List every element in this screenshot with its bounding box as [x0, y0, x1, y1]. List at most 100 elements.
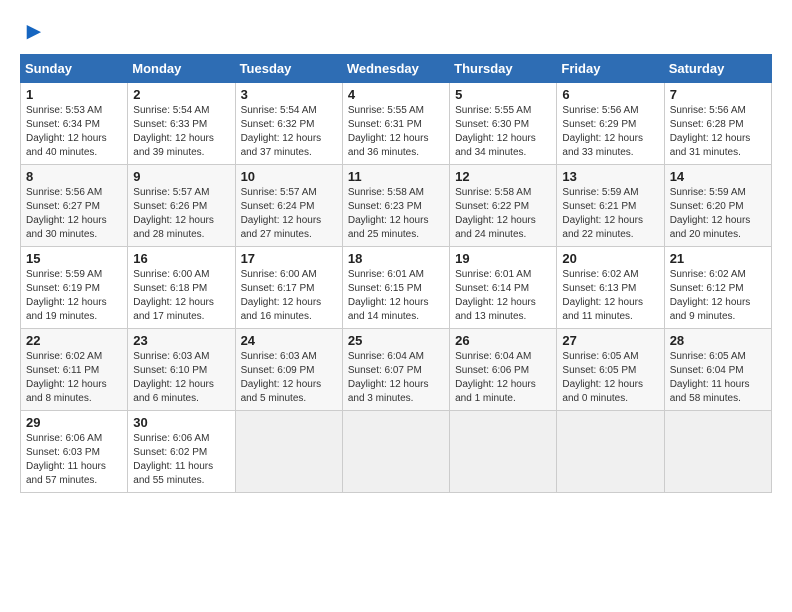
- calendar-table: SundayMondayTuesdayWednesdayThursdayFrid…: [20, 54, 772, 493]
- day-number: 17: [241, 251, 337, 266]
- day-number: 30: [133, 415, 229, 430]
- day-info: Sunrise: 6:00 AM Sunset: 6:18 PM Dayligh…: [133, 268, 229, 324]
- calendar-cell: 8Sunrise: 5:56 AM Sunset: 6:27 PM Daylig…: [21, 165, 128, 247]
- calendar-cell: 9 Sunrise: 5:57 AM Sunset: 6:26 PM Daylig…: [128, 165, 235, 247]
- weekday-header-wednesday: Wednesday: [342, 55, 449, 83]
- day-number: 14: [670, 169, 766, 184]
- day-number: 1: [26, 87, 122, 102]
- day-info: Sunrise: 6:06 AM Sunset: 6:02 PM Dayligh…: [133, 432, 229, 488]
- day-number: 21: [670, 251, 766, 266]
- weekday-header-monday: Monday: [128, 55, 235, 83]
- day-number: 29: [26, 415, 122, 430]
- calendar-cell: 20 Sunrise: 6:02 AM Sunset: 6:13 PM Dayli…: [557, 247, 664, 329]
- day-info: Sunrise: 5:56 AM Sunset: 6:28 PM Dayligh…: [670, 104, 766, 160]
- calendar-cell: 24Sunrise: 6:03 AM Sunset: 6:09 PM Dayli…: [235, 329, 342, 411]
- calendar-cell: 2 Sunrise: 5:54 AM Sunset: 6:33 PM Daylig…: [128, 83, 235, 165]
- day-info: Sunrise: 6:01 AM Sunset: 6:14 PM Dayligh…: [455, 268, 551, 324]
- calendar-cell: 28 Sunrise: 6:05 AM Sunset: 6:04 PM Dayli…: [664, 329, 771, 411]
- calendar-cell: 30 Sunrise: 6:06 AM Sunset: 6:02 PM Dayli…: [128, 411, 235, 493]
- calendar-week-2: 15 Sunrise: 5:59 AM Sunset: 6:19 PM Dayli…: [21, 247, 772, 329]
- calendar-cell: 26Sunrise: 6:04 AM Sunset: 6:06 PM Dayli…: [450, 329, 557, 411]
- calendar-cell: [450, 411, 557, 493]
- day-info: Sunrise: 5:59 AM Sunset: 6:20 PM Dayligh…: [670, 186, 766, 242]
- weekday-header-sunday: Sunday: [21, 55, 128, 83]
- calendar-cell: 29 Sunrise: 6:06 AM Sunset: 6:03 PM Dayli…: [21, 411, 128, 493]
- day-info: Sunrise: 5:58 AM Sunset: 6:23 PM Dayligh…: [348, 186, 444, 242]
- day-number: 15: [26, 251, 122, 266]
- day-info: Sunrise: 6:05 AM Sunset: 6:04 PM Dayligh…: [670, 350, 766, 406]
- calendar-cell: 25 Sunrise: 6:04 AM Sunset: 6:07 PM Dayli…: [342, 329, 449, 411]
- calendar-cell: 12 Sunrise: 5:58 AM Sunset: 6:22 PM Dayli…: [450, 165, 557, 247]
- day-number: 23: [133, 333, 229, 348]
- day-number: 13: [562, 169, 658, 184]
- day-number: 2: [133, 87, 229, 102]
- day-info: Sunrise: 6:02 AM Sunset: 6:11 PM Dayligh…: [26, 350, 122, 406]
- day-number: 26: [455, 333, 551, 348]
- calendar-week-3: 22 Sunrise: 6:02 AM Sunset: 6:11 PM Dayli…: [21, 329, 772, 411]
- day-number: 7: [670, 87, 766, 102]
- logo: ►: [20, 20, 46, 44]
- day-info: Sunrise: 5:57 AM Sunset: 6:26 PM Dayligh…: [133, 186, 229, 242]
- day-number: 10: [241, 169, 337, 184]
- calendar-cell: 5Sunrise: 5:55 AM Sunset: 6:30 PM Daylig…: [450, 83, 557, 165]
- calendar-cell: [235, 411, 342, 493]
- day-number: 24: [241, 333, 337, 348]
- weekday-header-tuesday: Tuesday: [235, 55, 342, 83]
- day-info: Sunrise: 6:04 AM Sunset: 6:07 PM Dayligh…: [348, 350, 444, 406]
- calendar-week-1: 8Sunrise: 5:56 AM Sunset: 6:27 PM Daylig…: [21, 165, 772, 247]
- day-info: Sunrise: 5:59 AM Sunset: 6:19 PM Dayligh…: [26, 268, 122, 324]
- calendar-body: 1 Sunrise: 5:53 AM Sunset: 6:34 PM Daylig…: [21, 83, 772, 493]
- day-info: Sunrise: 5:56 AM Sunset: 6:29 PM Dayligh…: [562, 104, 658, 160]
- calendar-cell: 22 Sunrise: 6:02 AM Sunset: 6:11 PM Dayli…: [21, 329, 128, 411]
- calendar-cell: [342, 411, 449, 493]
- day-number: 18: [348, 251, 444, 266]
- day-number: 20: [562, 251, 658, 266]
- day-info: Sunrise: 5:55 AM Sunset: 6:30 PM Dayligh…: [455, 104, 551, 160]
- day-info: Sunrise: 5:54 AM Sunset: 6:32 PM Dayligh…: [241, 104, 337, 160]
- calendar-cell: 4 Sunrise: 5:55 AM Sunset: 6:31 PM Daylig…: [342, 83, 449, 165]
- day-number: 25: [348, 333, 444, 348]
- logo-bird-icon: ►: [22, 20, 46, 44]
- calendar-cell: 15 Sunrise: 5:59 AM Sunset: 6:19 PM Dayli…: [21, 247, 128, 329]
- day-number: 6: [562, 87, 658, 102]
- calendar-cell: 10 Sunrise: 5:57 AM Sunset: 6:24 PM Dayli…: [235, 165, 342, 247]
- calendar-cell: 19Sunrise: 6:01 AM Sunset: 6:14 PM Dayli…: [450, 247, 557, 329]
- day-info: Sunrise: 5:55 AM Sunset: 6:31 PM Dayligh…: [348, 104, 444, 160]
- day-info: Sunrise: 6:05 AM Sunset: 6:05 PM Dayligh…: [562, 350, 658, 406]
- day-info: Sunrise: 5:53 AM Sunset: 6:34 PM Dayligh…: [26, 104, 122, 160]
- calendar-cell: 17 Sunrise: 6:00 AM Sunset: 6:17 PM Dayli…: [235, 247, 342, 329]
- calendar-header: SundayMondayTuesdayWednesdayThursdayFrid…: [21, 55, 772, 83]
- weekday-header-saturday: Saturday: [664, 55, 771, 83]
- day-number: 28: [670, 333, 766, 348]
- day-info: Sunrise: 6:00 AM Sunset: 6:17 PM Dayligh…: [241, 268, 337, 324]
- calendar-week-4: 29 Sunrise: 6:06 AM Sunset: 6:03 PM Dayli…: [21, 411, 772, 493]
- day-info: Sunrise: 6:06 AM Sunset: 6:03 PM Dayligh…: [26, 432, 122, 488]
- calendar-cell: 16 Sunrise: 6:00 AM Sunset: 6:18 PM Dayli…: [128, 247, 235, 329]
- day-number: 16: [133, 251, 229, 266]
- calendar-cell: 1 Sunrise: 5:53 AM Sunset: 6:34 PM Daylig…: [21, 83, 128, 165]
- day-number: 12: [455, 169, 551, 184]
- calendar-cell: 13 Sunrise: 5:59 AM Sunset: 6:21 PM Dayli…: [557, 165, 664, 247]
- day-info: Sunrise: 6:02 AM Sunset: 6:12 PM Dayligh…: [670, 268, 766, 324]
- calendar-cell: 23 Sunrise: 6:03 AM Sunset: 6:10 PM Dayli…: [128, 329, 235, 411]
- calendar-cell: 14 Sunrise: 5:59 AM Sunset: 6:20 PM Dayli…: [664, 165, 771, 247]
- day-number: 8: [26, 169, 122, 184]
- day-number: 9: [133, 169, 229, 184]
- day-info: Sunrise: 5:54 AM Sunset: 6:33 PM Dayligh…: [133, 104, 229, 160]
- day-info: Sunrise: 6:01 AM Sunset: 6:15 PM Dayligh…: [348, 268, 444, 324]
- day-number: 22: [26, 333, 122, 348]
- weekday-header-thursday: Thursday: [450, 55, 557, 83]
- day-info: Sunrise: 5:58 AM Sunset: 6:22 PM Dayligh…: [455, 186, 551, 242]
- calendar-week-0: 1 Sunrise: 5:53 AM Sunset: 6:34 PM Daylig…: [21, 83, 772, 165]
- calendar-cell: 3Sunrise: 5:54 AM Sunset: 6:32 PM Daylig…: [235, 83, 342, 165]
- day-info: Sunrise: 6:03 AM Sunset: 6:10 PM Dayligh…: [133, 350, 229, 406]
- day-info: Sunrise: 5:59 AM Sunset: 6:21 PM Dayligh…: [562, 186, 658, 242]
- day-info: Sunrise: 5:57 AM Sunset: 6:24 PM Dayligh…: [241, 186, 337, 242]
- calendar-cell: 27Sunrise: 6:05 AM Sunset: 6:05 PM Dayli…: [557, 329, 664, 411]
- calendar-cell: 7 Sunrise: 5:56 AM Sunset: 6:28 PM Daylig…: [664, 83, 771, 165]
- header: ►: [20, 20, 772, 44]
- day-info: Sunrise: 6:02 AM Sunset: 6:13 PM Dayligh…: [562, 268, 658, 324]
- day-number: 11: [348, 169, 444, 184]
- calendar-cell: [557, 411, 664, 493]
- day-number: 4: [348, 87, 444, 102]
